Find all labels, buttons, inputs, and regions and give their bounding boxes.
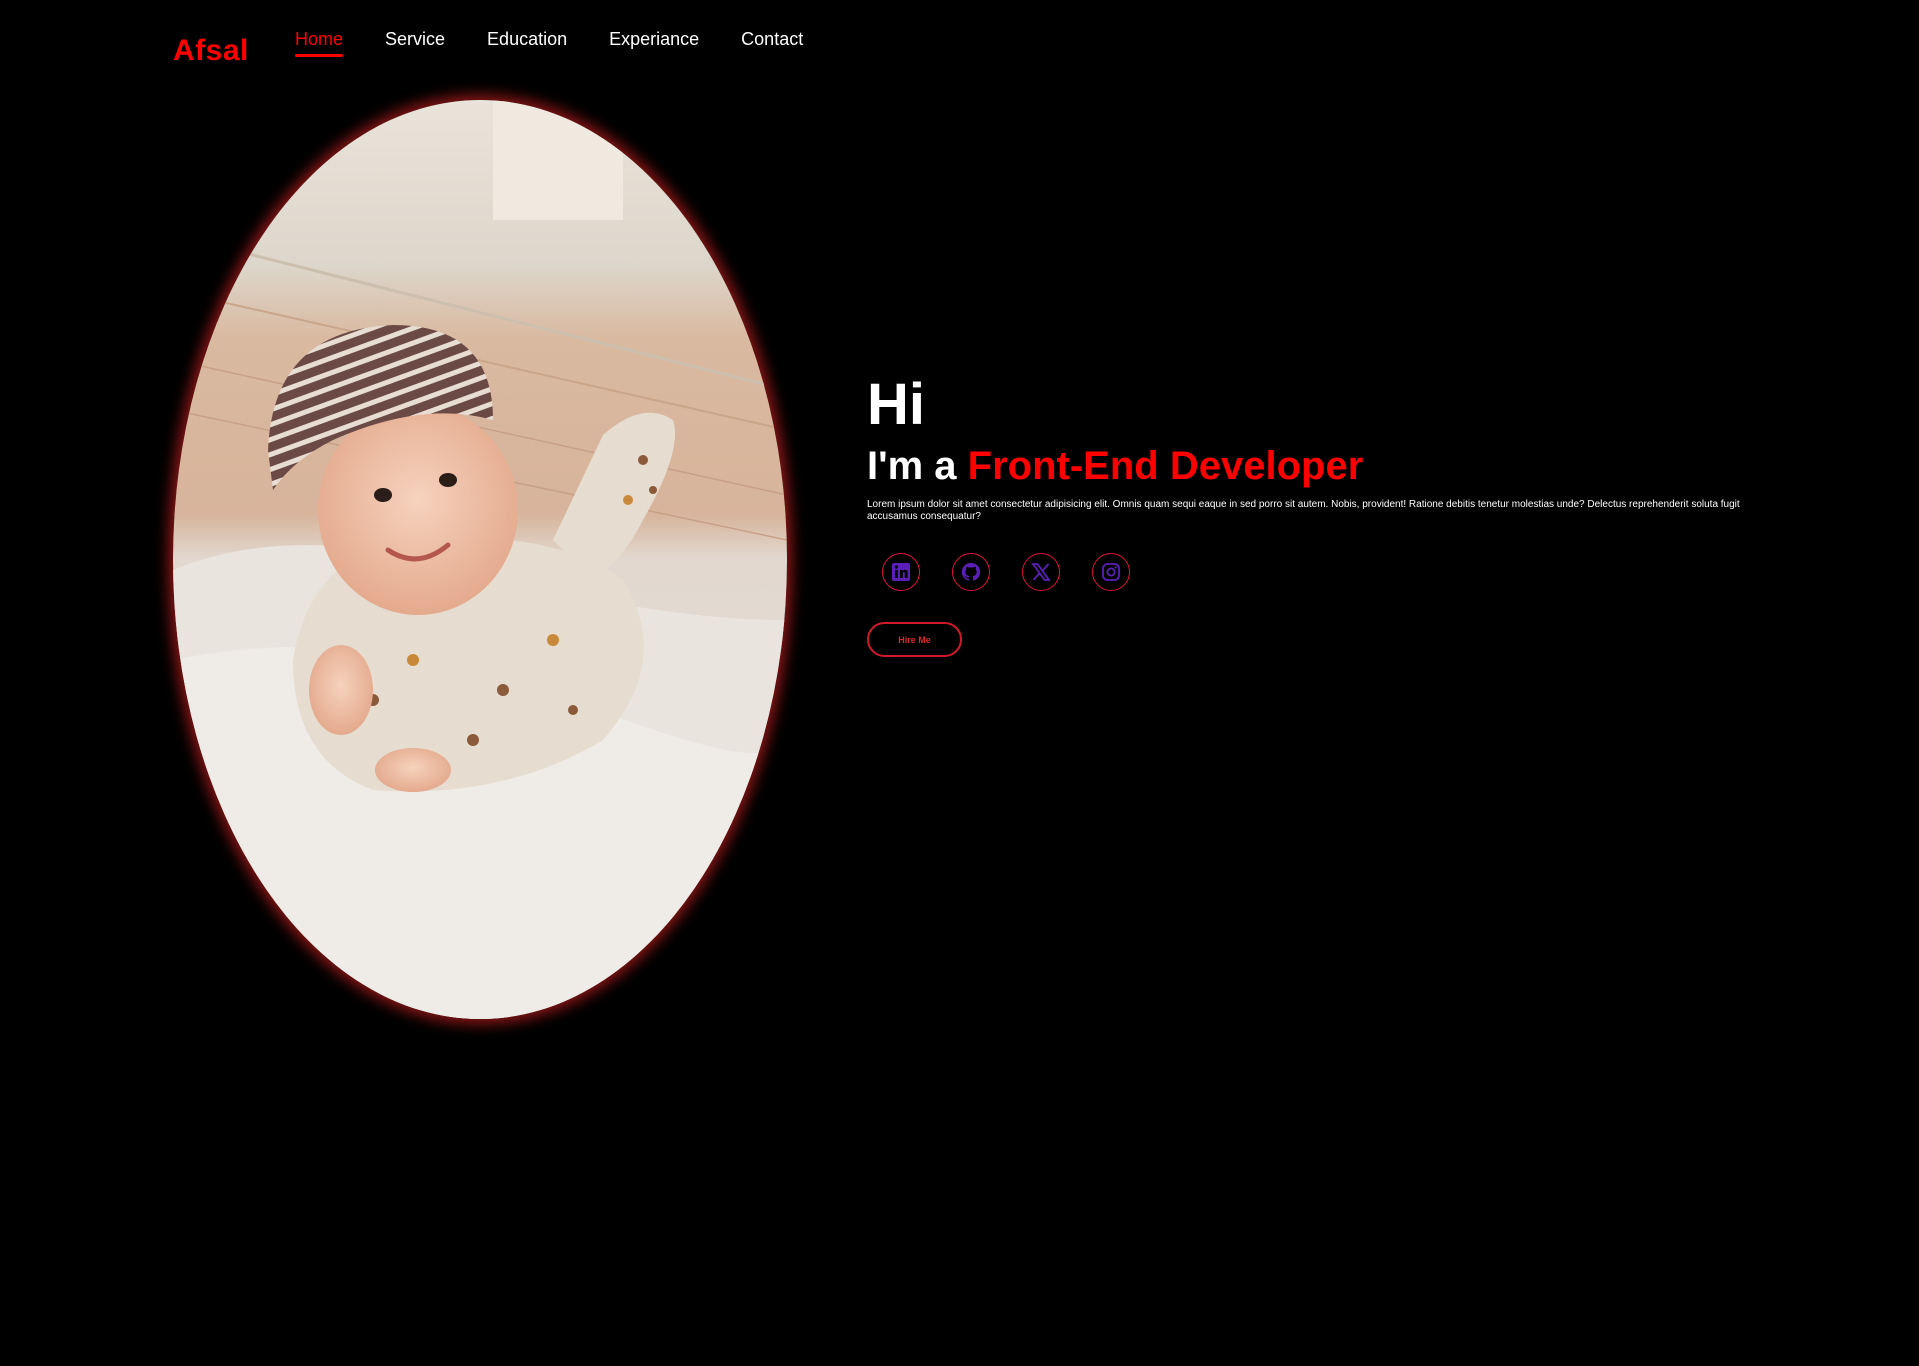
hero-role: Front-End Developer (967, 444, 1364, 488)
linkedin-icon (892, 563, 910, 581)
hire-me-button[interactable]: Hire Me (867, 622, 962, 657)
hero-intro: I'm a Front-End Developer (867, 442, 1747, 490)
nav-home[interactable]: Home (295, 27, 344, 57)
hero-greeting: Hi (867, 372, 925, 437)
nav-service[interactable]: Service (385, 27, 445, 57)
x-icon (1031, 563, 1051, 581)
linkedin-link[interactable] (882, 553, 920, 591)
x-link[interactable] (1022, 553, 1060, 591)
hero-intro-prefix: I'm a (867, 444, 968, 488)
instagram-link[interactable] (1092, 553, 1130, 591)
instagram-icon (1102, 563, 1120, 581)
hero-text: Hi I'm a Front-End Developer Lorem ipsum… (867, 372, 1747, 657)
hero-bio: Lorem ipsum dolor sit amet consectetur a… (867, 499, 1740, 522)
page: Afsal Home Service Education Experiance … (0, 0, 1919, 1366)
github-link[interactable] (952, 553, 990, 591)
social-links (882, 553, 1747, 591)
site-logo[interactable]: Afsal (173, 32, 249, 70)
nav-experiance[interactable]: Experiance (609, 27, 699, 57)
github-icon (961, 562, 981, 581)
main-nav: Home Service Education Experiance Contac… (295, 27, 803, 57)
hero-photo (173, 100, 787, 1019)
nav-contact[interactable]: Contact (741, 27, 803, 57)
nav-education[interactable]: Education (487, 27, 567, 57)
